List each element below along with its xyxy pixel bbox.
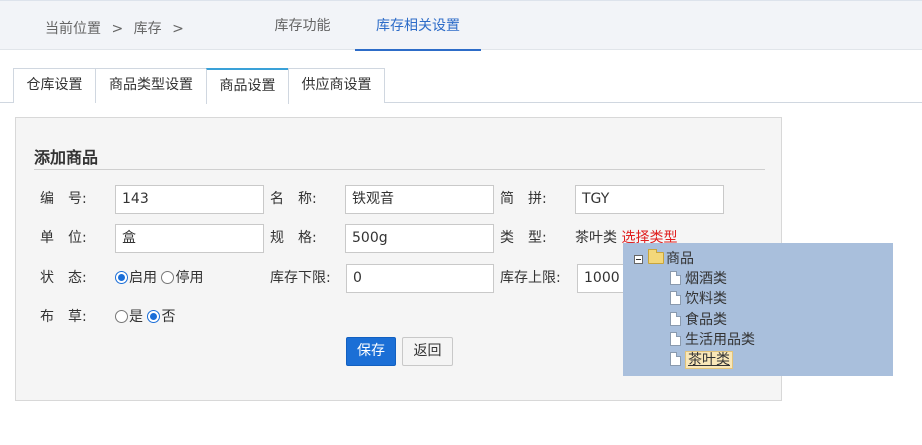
buzhi-no-label: 否 bbox=[161, 309, 176, 325]
tree-node-beverage[interactable]: 饮料类 bbox=[670, 289, 727, 309]
unit-label: 单 位: bbox=[40, 230, 87, 246]
buzhi-no-radio[interactable] bbox=[147, 310, 161, 323]
status-enabled-label: 启用 bbox=[129, 270, 157, 286]
type-value-text: 茶叶类 bbox=[575, 230, 617, 246]
buzhi-yes-radio[interactable] bbox=[115, 310, 128, 323]
stock-min-input[interactable]: 0 bbox=[346, 264, 494, 293]
tree-node-selected-label: 茶叶类 bbox=[685, 351, 733, 369]
status-disabled-label: 停用 bbox=[175, 270, 204, 286]
type-label: 类 型: bbox=[500, 230, 547, 246]
status-disabled-radio[interactable] bbox=[161, 271, 175, 284]
stock-min-label: 库存下限: bbox=[270, 270, 331, 286]
tab-warehouse-settings[interactable]: 仓库设置 bbox=[13, 68, 96, 103]
buzhi-radio-group: 是 否 bbox=[115, 303, 175, 331]
breadcrumb-current: 当前位置 bbox=[45, 21, 101, 37]
tree-node-label: 生活用品类 bbox=[685, 332, 755, 348]
tab-product-settings[interactable]: 商品设置 bbox=[206, 68, 289, 104]
tree-node-food[interactable]: 食品类 bbox=[670, 310, 727, 330]
tab-inventory-settings[interactable]: 库存相关设置 bbox=[355, 1, 481, 51]
collapse-icon[interactable] bbox=[634, 255, 643, 264]
spec-label: 规 格: bbox=[270, 230, 317, 246]
buzhi-yes-label: 是 bbox=[129, 309, 143, 325]
tab-product-type-settings[interactable]: 商品类型设置 bbox=[95, 68, 207, 103]
tree-node-tea[interactable]: 茶叶类 bbox=[670, 350, 733, 370]
top-bar: 当前位置 > 库存 > 库存功能 库存相关设置 bbox=[0, 0, 922, 51]
breadcrumb-separator: > bbox=[111, 21, 124, 37]
code-label: 编 号: bbox=[40, 191, 87, 207]
sub-tab-bar: 仓库设置 商品类型设置 商品设置 供应商设置 bbox=[0, 68, 922, 104]
document-icon bbox=[670, 312, 681, 326]
tab-supplier-settings[interactable]: 供应商设置 bbox=[288, 68, 385, 103]
document-icon bbox=[670, 332, 681, 346]
folder-icon bbox=[648, 249, 664, 264]
tree-node-tobacco-liquor[interactable]: 烟酒类 bbox=[670, 269, 727, 289]
document-icon bbox=[670, 271, 681, 285]
status-enabled-radio[interactable] bbox=[115, 271, 128, 284]
save-button[interactable]: 保存 bbox=[346, 337, 396, 366]
code-input[interactable]: 143 bbox=[115, 185, 264, 214]
pinyin-label: 简 拼: bbox=[500, 191, 547, 207]
tab-inventory-functions[interactable]: 库存功能 bbox=[255, 1, 350, 51]
status-radio-group: 启用 停用 bbox=[115, 264, 203, 292]
spec-input[interactable]: 500g bbox=[345, 224, 494, 253]
tree-root-label: 商品 bbox=[666, 251, 694, 267]
type-tree-popup: 商品 烟酒类 饮料类 食品类 生活用品类 茶叶类 bbox=[623, 243, 893, 376]
back-button[interactable]: 返回 bbox=[402, 337, 453, 366]
tree-node-label: 食品类 bbox=[685, 312, 727, 328]
name-label: 名 称: bbox=[270, 191, 317, 207]
tree-node-label: 烟酒类 bbox=[685, 271, 727, 287]
panel-title: 添加商品 bbox=[34, 148, 99, 167]
tree-node-label: 饮料类 bbox=[685, 291, 727, 307]
pinyin-input[interactable]: TGY bbox=[575, 185, 724, 214]
breadcrumb-section[interactable]: 库存 bbox=[134, 21, 162, 37]
document-icon bbox=[670, 291, 681, 305]
stock-max-label: 库存上限: bbox=[500, 270, 561, 286]
name-input[interactable]: 铁观音 bbox=[345, 185, 494, 214]
panel-divider bbox=[34, 169, 765, 170]
tree-node-daily-goods[interactable]: 生活用品类 bbox=[670, 330, 755, 350]
tree-root[interactable]: 商品 bbox=[648, 249, 694, 269]
document-icon bbox=[670, 352, 681, 366]
breadcrumb: 当前位置 > 库存 > bbox=[45, 18, 190, 38]
unit-input[interactable]: 盒 bbox=[115, 224, 264, 253]
buzhi-label: 布 草: bbox=[40, 309, 87, 325]
breadcrumb-separator: > bbox=[172, 21, 184, 37]
status-label: 状 态: bbox=[40, 270, 87, 286]
